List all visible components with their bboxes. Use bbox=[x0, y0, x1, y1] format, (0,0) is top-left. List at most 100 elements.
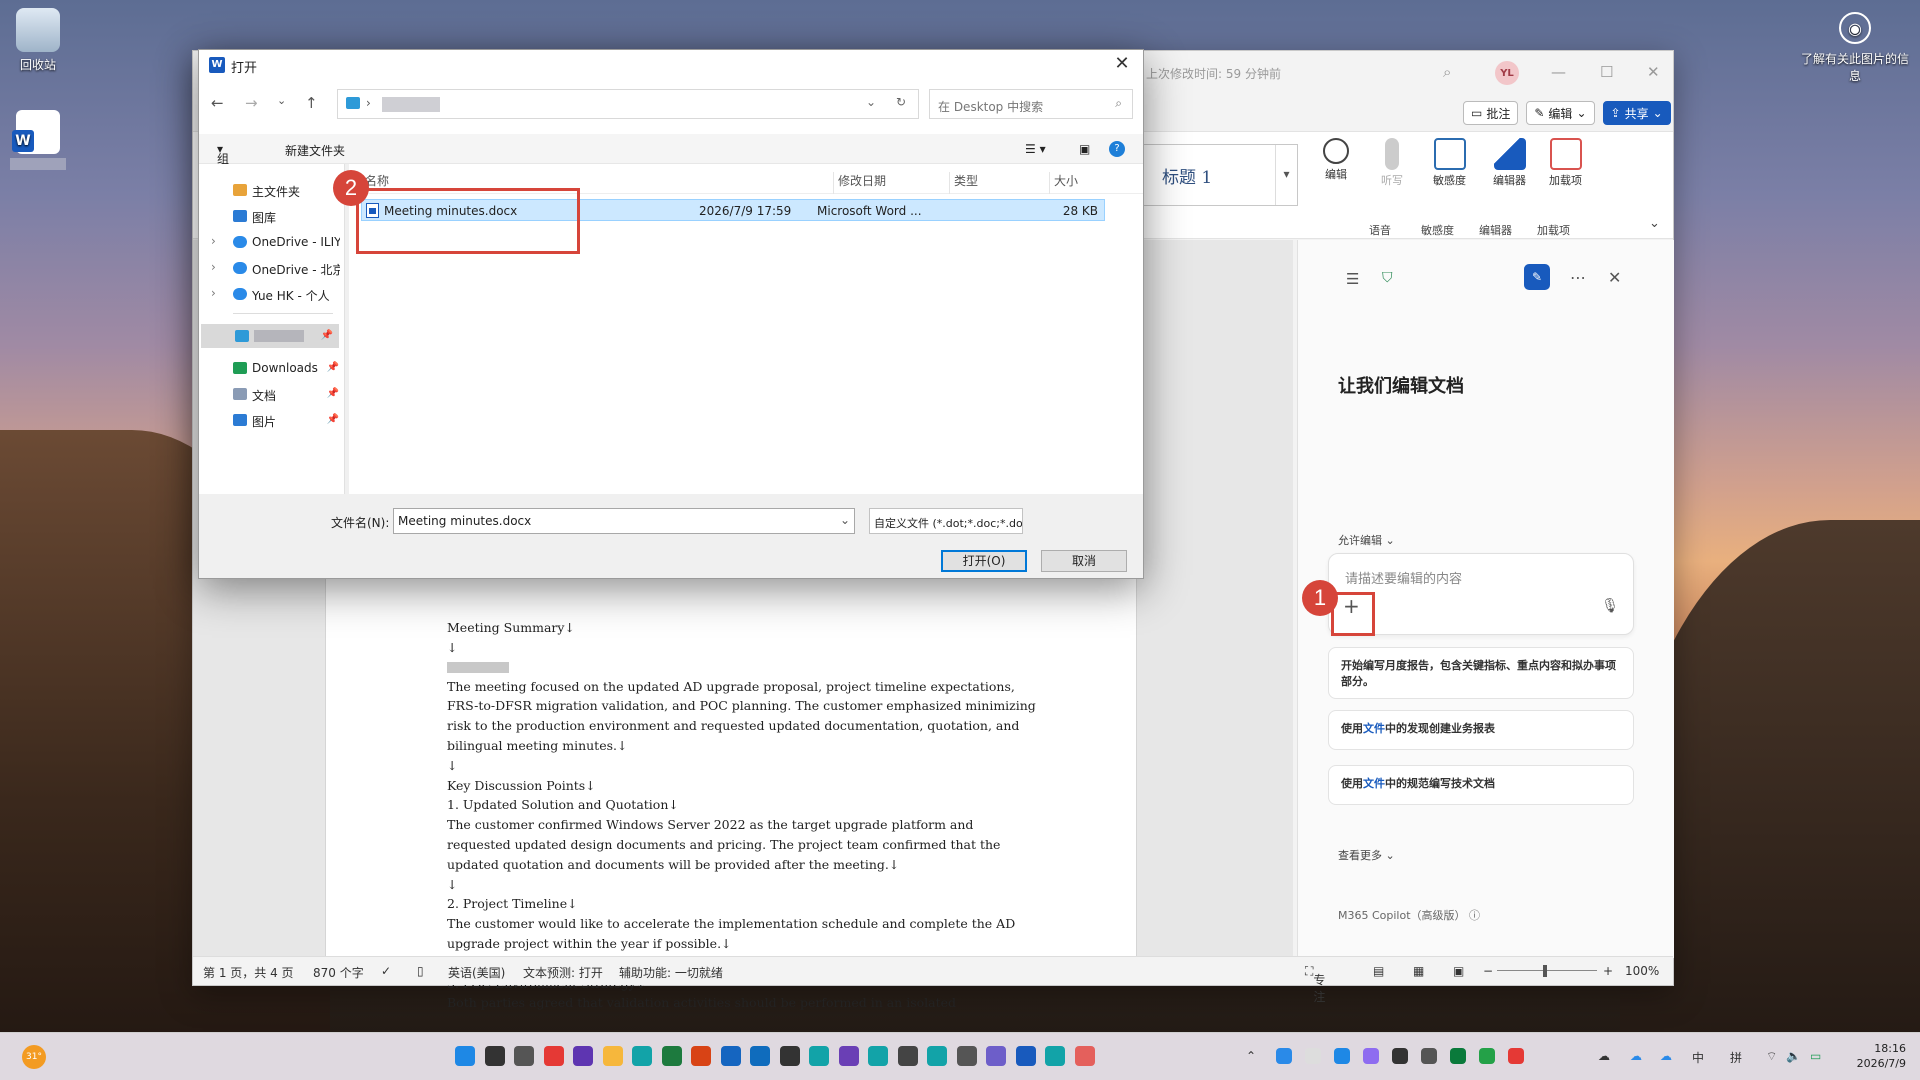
nav-onedrive-1[interactable]: › OneDrive - ILIY bbox=[199, 230, 345, 254]
taskbar-app-icon[interactable] bbox=[986, 1046, 1006, 1066]
tray-overflow-icon[interactable]: ⌃ bbox=[1246, 1049, 1256, 1063]
zoom-in-icon[interactable]: + bbox=[1603, 964, 1613, 978]
ime-mode[interactable]: 拼 bbox=[1730, 1049, 1742, 1066]
doc-line[interactable]: ↓ bbox=[447, 756, 1037, 776]
info-icon[interactable]: ⓘ bbox=[1469, 909, 1480, 922]
open-button[interactable]: 打开(O) bbox=[941, 550, 1027, 572]
ribbon-addins[interactable]: 加载项 bbox=[1549, 138, 1582, 188]
taskbar-edge-icon[interactable] bbox=[868, 1046, 888, 1066]
doc-line[interactable]: Both parties agreed that validation acti… bbox=[447, 993, 1037, 1013]
tray-app-icon[interactable] bbox=[1450, 1048, 1466, 1064]
nav-pictures[interactable]: 图片 📌 bbox=[199, 408, 345, 432]
ribbon-sensitivity[interactable]: 敏感度 bbox=[1433, 138, 1466, 188]
taskbar-edge-icon[interactable] bbox=[1045, 1046, 1065, 1066]
recycle-bin[interactable]: 回收站 bbox=[0, 8, 76, 73]
doc-line[interactable]: ↓ bbox=[447, 638, 1037, 658]
share-button[interactable]: ⇪ 共享 ⌄ bbox=[1602, 101, 1671, 125]
book-icon[interactable]: ▯ bbox=[417, 964, 424, 978]
style-gallery[interactable]: 标题 1 ▾ bbox=[1143, 144, 1298, 206]
ribbon-editor[interactable]: 编辑器 bbox=[1493, 138, 1526, 188]
chevron-right-icon[interactable]: › bbox=[211, 234, 216, 248]
refresh-icon[interactable]: ↻ bbox=[896, 95, 906, 109]
taskbar-todo-icon[interactable] bbox=[750, 1046, 770, 1066]
style-heading1[interactable]: 标题 1 bbox=[1162, 163, 1212, 188]
forward-icon[interactable]: → bbox=[245, 94, 258, 112]
status-focus[interactable]: ⛶ 专注 bbox=[1305, 964, 1325, 1004]
status-words[interactable]: 870 个字 bbox=[313, 964, 364, 981]
volume-icon[interactable]: 🔈 bbox=[1786, 1049, 1801, 1063]
tray-app-icon[interactable] bbox=[1363, 1048, 1379, 1064]
chevron-right-icon[interactable]: › bbox=[211, 260, 216, 274]
tray-app-icon[interactable] bbox=[1508, 1048, 1524, 1064]
suggestion-1[interactable]: 开始编写月度报告，包含关键指标、重点内容和拟办事项部分。 bbox=[1328, 647, 1634, 699]
taskbar-word-icon[interactable] bbox=[1015, 1046, 1036, 1066]
status-language[interactable]: 英语(美国) bbox=[448, 964, 505, 981]
taskbar-edge-icon[interactable] bbox=[927, 1046, 947, 1066]
mic-icon[interactable]: 🎙 bbox=[1601, 598, 1619, 614]
taskbar-acrobat-icon[interactable] bbox=[691, 1046, 711, 1066]
close-window-button[interactable]: ✕ bbox=[1647, 63, 1660, 81]
ribbon-dictate[interactable]: 听写 bbox=[1381, 138, 1403, 188]
nav-onedrive-2[interactable]: › OneDrive - 北京 bbox=[199, 256, 345, 280]
menu-icon[interactable]: ☰ bbox=[1346, 270, 1359, 288]
doc-line[interactable]: FRS-to-DFSR migration validation, and PO… bbox=[447, 696, 1037, 716]
doc-line[interactable]: ↓ bbox=[447, 875, 1037, 895]
edit-mode-button[interactable]: ✎ 编辑 ⌄ bbox=[1526, 101, 1595, 125]
doc-line[interactable]: The customer confirmed Windows Server 20… bbox=[447, 815, 1037, 835]
taskbar-edge-icon[interactable] bbox=[632, 1046, 652, 1066]
col-type[interactable]: 类型 bbox=[949, 172, 978, 194]
filename-input[interactable]: Meeting minutes.docx ⌄ bbox=[393, 508, 855, 534]
taskbar-search-icon[interactable] bbox=[484, 1046, 505, 1066]
tray-app-icon[interactable] bbox=[1305, 1048, 1321, 1064]
print-layout-icon[interactable]: ▦ bbox=[1413, 964, 1424, 978]
onedrive-icon-2[interactable]: ☁ bbox=[1660, 1049, 1672, 1063]
taskbar-explorer-icon[interactable] bbox=[602, 1046, 623, 1066]
search-icon[interactable]: ⌕ bbox=[1443, 63, 1451, 81]
taskbar-teams-icon[interactable] bbox=[838, 1046, 859, 1066]
taskbar-edge-icon[interactable] bbox=[809, 1046, 829, 1066]
tray-app-icon[interactable] bbox=[1334, 1048, 1350, 1064]
wifi-icon[interactable]: ⌔ bbox=[1766, 1049, 1777, 1064]
organize-button[interactable]: 组织 ▾ bbox=[217, 142, 229, 183]
taskbar-app-icon[interactable] bbox=[779, 1046, 800, 1066]
recent-dropdown-icon[interactable]: ⌄ bbox=[277, 94, 286, 107]
new-chat-icon[interactable]: ✎ bbox=[1524, 264, 1550, 290]
doc-line[interactable]: The meeting focused on the updated AD up… bbox=[447, 677, 1037, 697]
doc-line[interactable]: Meeting Summary↓ bbox=[447, 618, 1037, 638]
back-icon[interactable]: ← bbox=[211, 94, 224, 112]
tray-app-icon[interactable] bbox=[1276, 1048, 1292, 1064]
close-icon[interactable]: ✕ bbox=[1107, 53, 1137, 77]
nav-home[interactable]: 主文件夹 bbox=[199, 178, 345, 202]
doc-line[interactable]: risk to the production environment and r… bbox=[447, 716, 1037, 736]
col-size[interactable]: 大小 bbox=[1049, 172, 1078, 194]
suggestion-2[interactable]: 使用文件中的发现创建业务报表 bbox=[1328, 710, 1634, 750]
doc-line[interactable]: Key Discussion Points↓ bbox=[447, 776, 1037, 796]
doc-line[interactable]: upgrade project within the year if possi… bbox=[447, 934, 1037, 954]
taskbar-chrome-icon[interactable] bbox=[543, 1046, 564, 1066]
weather-widget[interactable]: 31° bbox=[22, 1045, 46, 1069]
status-prediction[interactable]: 文本预测: 打开 bbox=[523, 964, 603, 981]
taskbar-start-icon[interactable] bbox=[455, 1046, 475, 1066]
zoom-level[interactable]: 100% bbox=[1625, 964, 1659, 978]
doc-line[interactable]: requested updated design documents and p… bbox=[447, 835, 1037, 855]
clock[interactable]: 18:16 2026/7/9 bbox=[1857, 1041, 1906, 1071]
nav-documents[interactable]: 文档 📌 bbox=[199, 382, 345, 406]
view-icon[interactable]: ☰ ▾ bbox=[1025, 142, 1046, 156]
ime-lang[interactable]: 中 bbox=[1692, 1049, 1704, 1066]
taskbar-excel-icon[interactable] bbox=[661, 1046, 682, 1066]
nav-desktop[interactable]: 📌 bbox=[201, 324, 339, 348]
minimize-button[interactable]: — bbox=[1551, 63, 1566, 81]
nav-yue-hk[interactable]: › Yue HK - 个人 bbox=[199, 282, 345, 306]
desktop-word-file[interactable]: W bbox=[0, 110, 76, 170]
allow-edit-dropdown[interactable]: 允许编辑 ⌄ bbox=[1338, 532, 1395, 548]
col-modified[interactable]: 修改日期 bbox=[833, 172, 886, 194]
learn-about-image[interactable]: ◉ 了解有关此图片的信息 bbox=[1800, 12, 1910, 84]
chevron-right-icon[interactable]: › bbox=[211, 286, 216, 300]
chevron-down-icon[interactable]: ⌄ bbox=[840, 513, 850, 527]
suggestion-3[interactable]: 使用文件中的规范编写技术文档 bbox=[1328, 765, 1634, 805]
preview-pane-icon[interactable]: ▣ bbox=[1079, 142, 1090, 156]
see-more-button[interactable]: 查看更多 ⌄ bbox=[1338, 847, 1395, 863]
taskbar-taskview-icon[interactable] bbox=[514, 1046, 534, 1066]
cloud-icon[interactable]: ☁ bbox=[1598, 1049, 1610, 1063]
status-page[interactable]: 第 1 页，共 4 页 bbox=[203, 964, 294, 981]
